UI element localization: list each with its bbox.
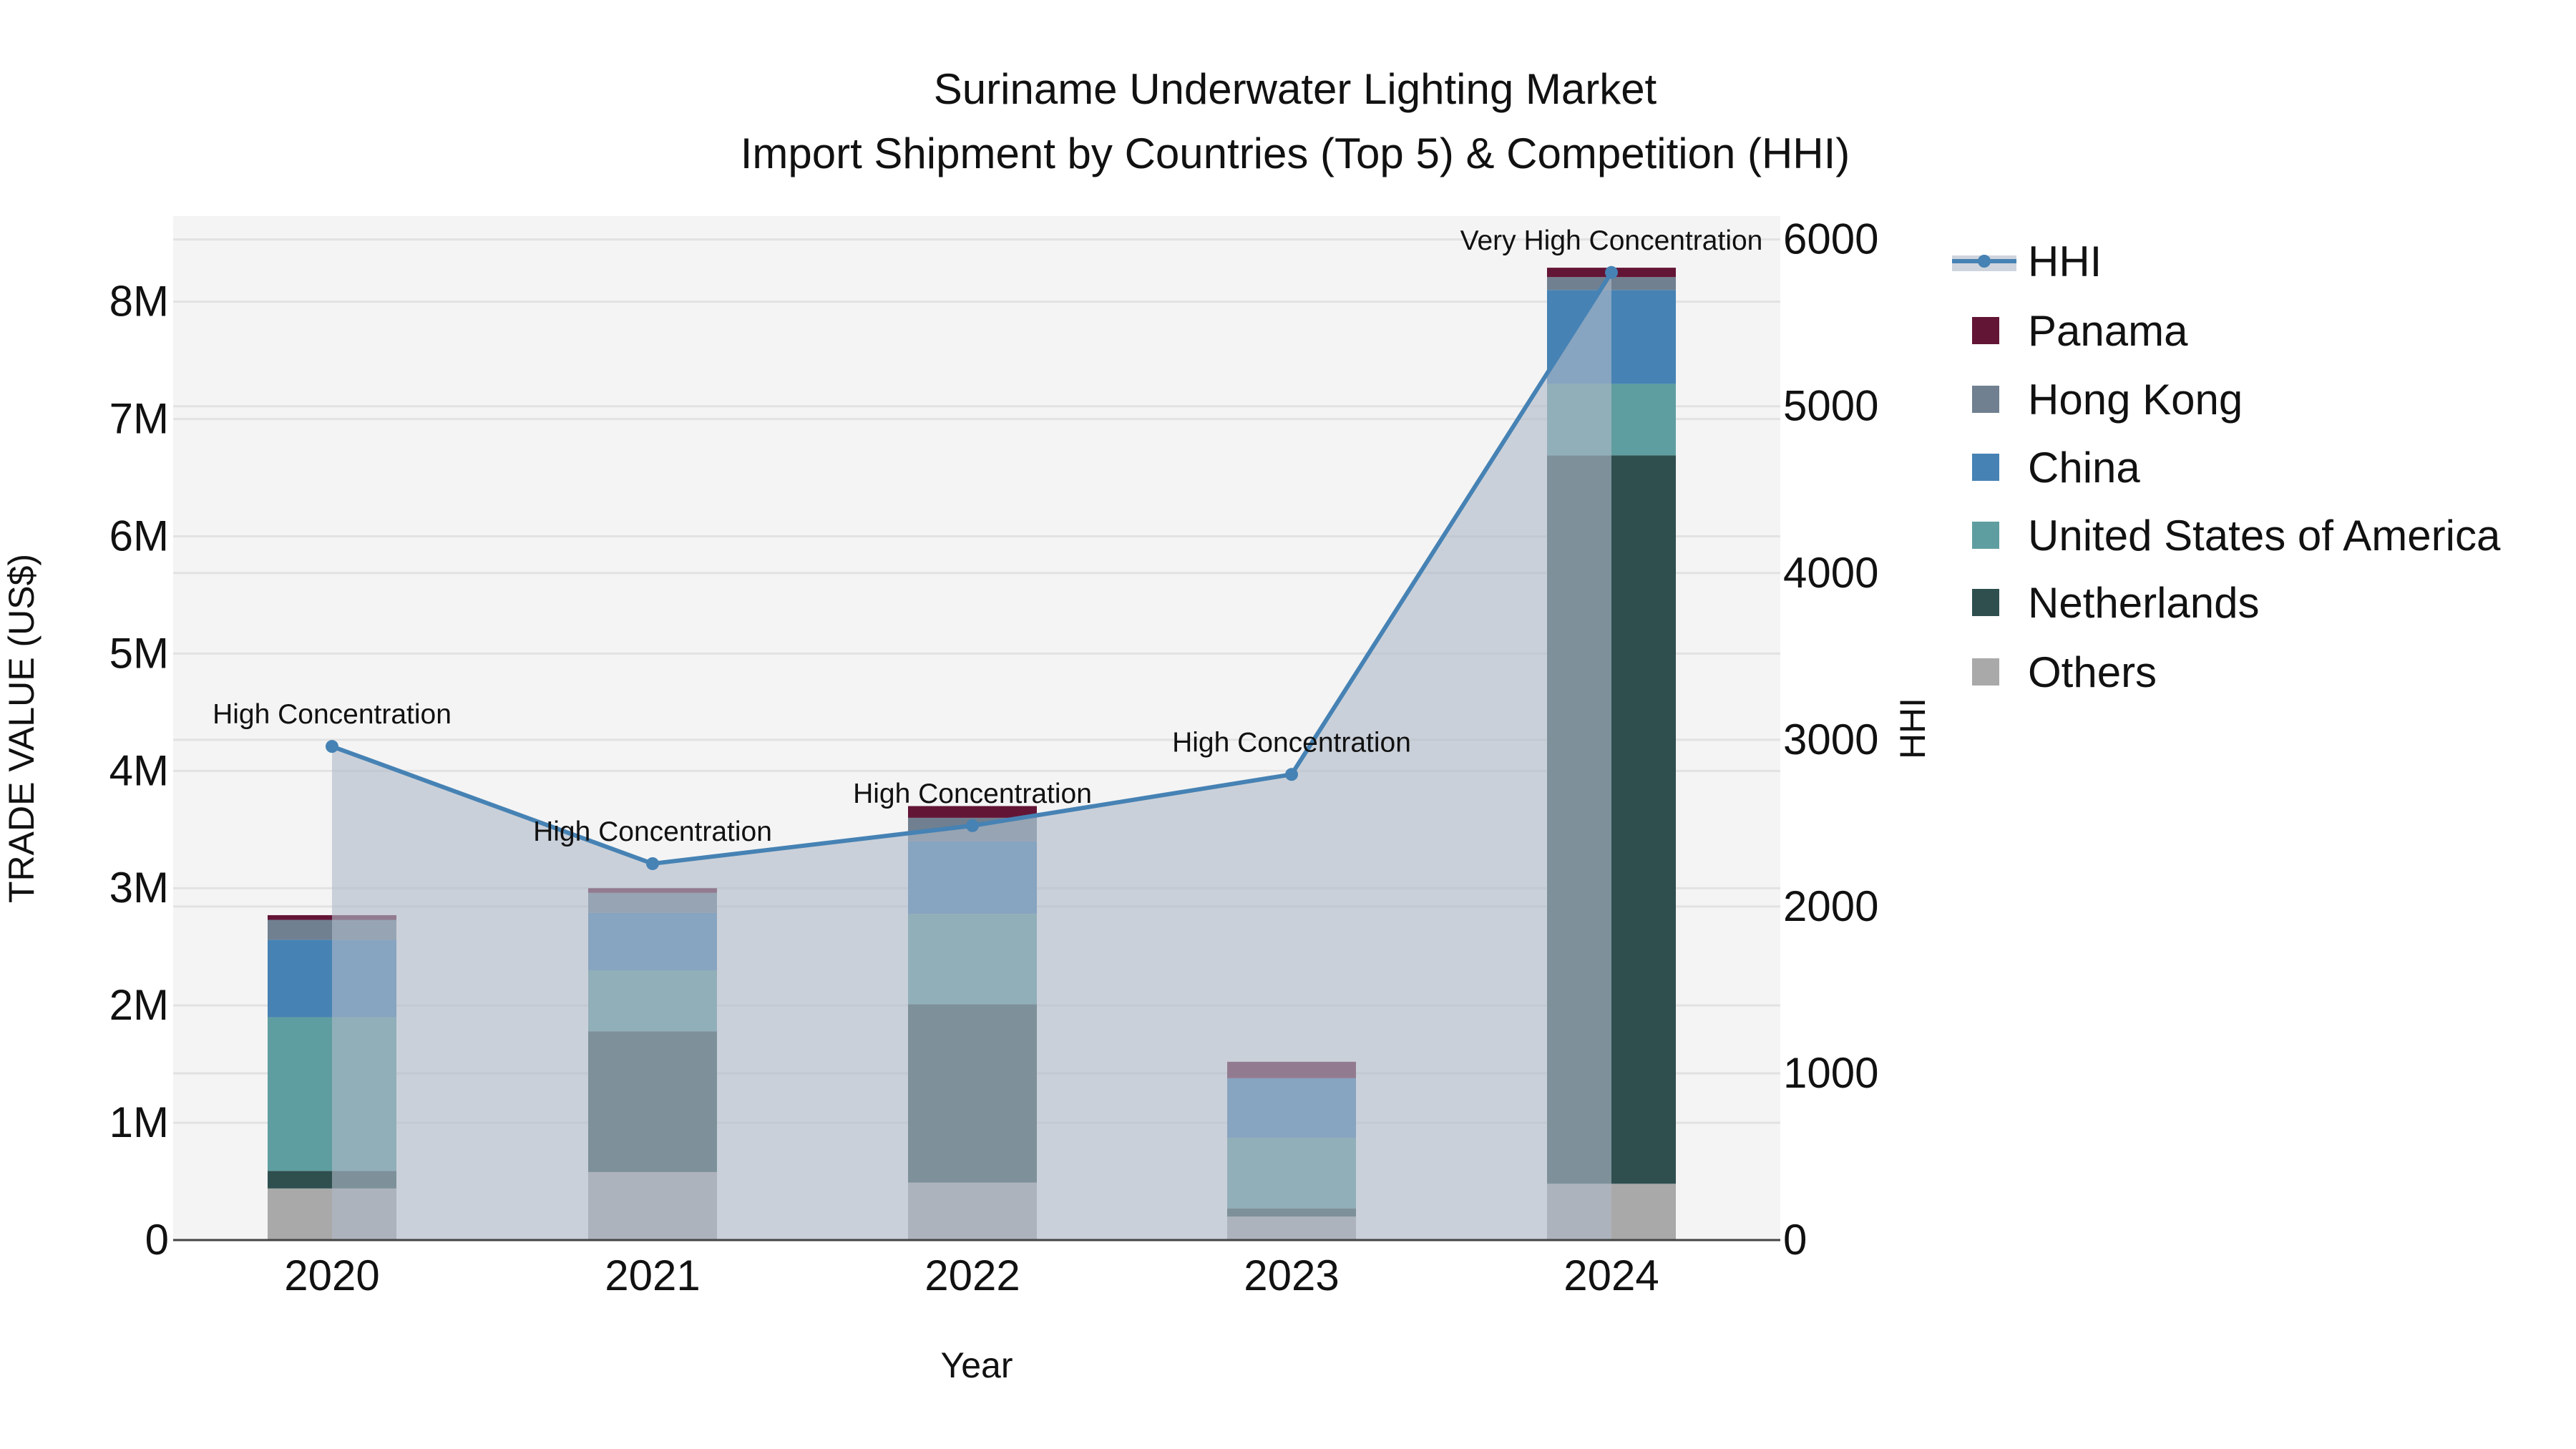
hhi-point	[966, 819, 979, 832]
y-tick-label: 2M	[109, 981, 169, 1029]
y-tick-label: 8M	[109, 278, 169, 326]
y2-tick-label: 6000	[1783, 215, 1878, 263]
x-tick-label: 2023	[1244, 1252, 1339, 1299]
y-tick-label: 7M	[109, 395, 169, 443]
y-tick-label: 6M	[109, 512, 169, 560]
legend-label: Netherlands	[2028, 579, 2260, 627]
hhi-annotation: Very High Concentration	[1460, 225, 1763, 256]
chart: 0 1M 2M 3M 4M 5M 6M 7M 8M 0 1000 2000 3000 4000 5000 60…	[1, 65, 2501, 1385]
legend-swatch-hhi-marker	[1978, 255, 1991, 268]
y-tick-label: 3M	[109, 864, 169, 912]
chart-title: Suriname Underwater Lighting Market	[934, 65, 1657, 113]
hhi-point	[1285, 768, 1298, 781]
y2-tick-label: 0	[1783, 1216, 1807, 1264]
x-tick-label: 2020	[284, 1252, 379, 1299]
legend-swatch	[1972, 589, 1999, 616]
hhi-point	[326, 740, 338, 753]
legend-swatch	[1972, 317, 1999, 344]
y-tick-label: 1M	[109, 1098, 169, 1146]
legend-swatch	[1972, 522, 1999, 549]
y2-tick-label: 1000	[1783, 1049, 1878, 1097]
hhi-annotation: High Concentration	[853, 779, 1092, 809]
chart-subtitle: Import Shipment by Countries (Top 5) & C…	[741, 130, 1850, 177]
hhi-annotation: High Concentration	[213, 699, 452, 730]
y-tick-label: 5M	[109, 629, 169, 677]
legend-label: China	[2028, 444, 2140, 492]
legend-label: Hong Kong	[2028, 376, 2243, 424]
x-tick-label: 2021	[605, 1252, 700, 1299]
hhi-annotation: High Concentration	[533, 816, 772, 847]
legend: HHI Panama Hong Kong China United States of …	[1952, 238, 2501, 696]
legend-swatch	[1972, 454, 1999, 481]
legend-label: HHI	[2028, 238, 2102, 286]
y2-tick-label: 2000	[1783, 882, 1878, 930]
y2-tick-label: 4000	[1783, 549, 1878, 597]
hhi-annotation: High Concentration	[1172, 727, 1411, 758]
y2-tick-label: 5000	[1783, 382, 1878, 430]
x-tick-label: 2022	[924, 1252, 1020, 1299]
legend-swatch	[1972, 658, 1999, 686]
x-tick-label: 2024	[1563, 1252, 1659, 1299]
hhi-point	[646, 857, 659, 870]
legend-label: Panama	[2028, 307, 2188, 355]
legend-label: United States of America	[2028, 512, 2501, 560]
y-tick-label: 0	[145, 1216, 169, 1264]
y-axis-title: TRADE VALUE (US$)	[1, 554, 42, 903]
x-axis-title: Year	[940, 1345, 1013, 1385]
y-tick-label: 4M	[109, 746, 169, 794]
y2-tick-label: 3000	[1783, 716, 1878, 763]
legend-label: Others	[2028, 648, 2157, 696]
y2-axis-title: HHI	[1893, 698, 1933, 759]
legend-swatch	[1972, 386, 1999, 413]
hhi-point	[1605, 265, 1618, 279]
